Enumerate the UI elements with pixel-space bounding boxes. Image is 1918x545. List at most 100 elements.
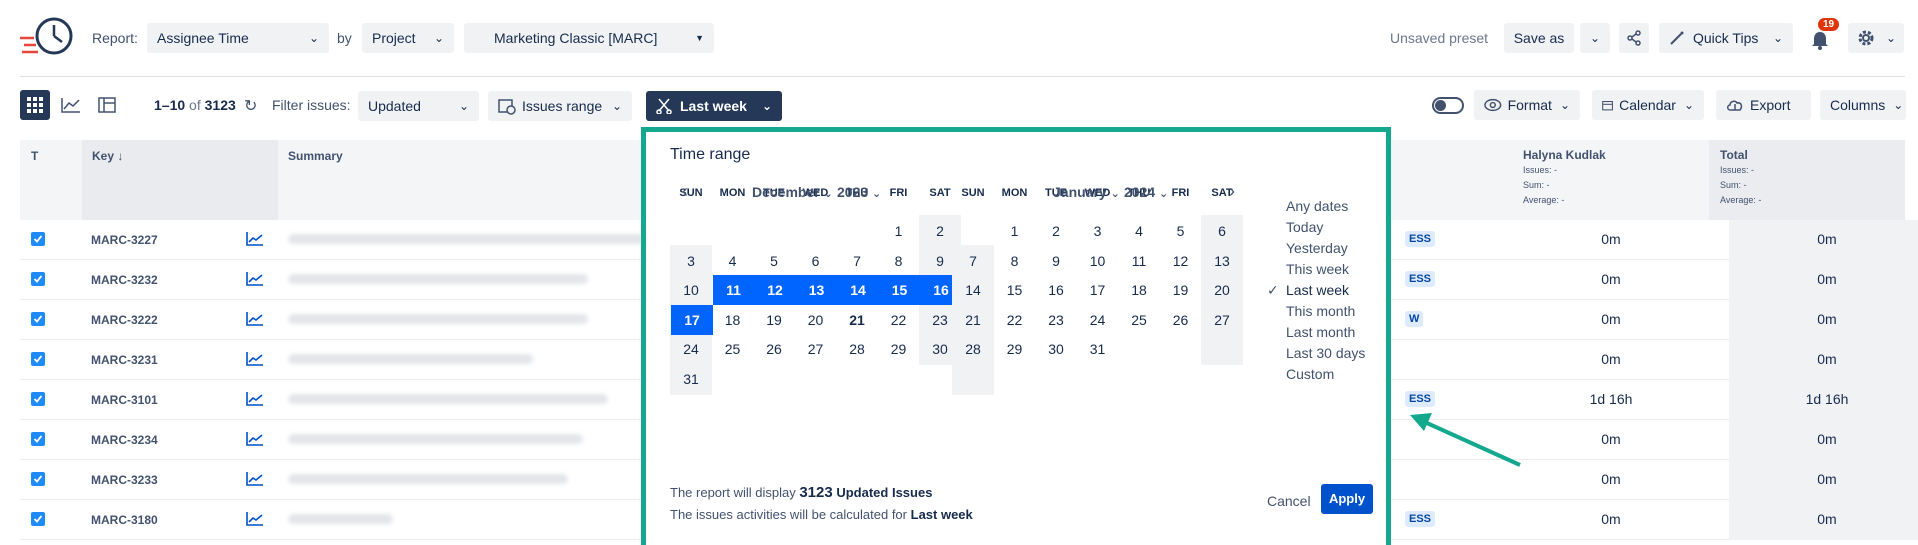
next-month-button[interactable]: › [1229,181,1235,202]
january-calendar-day[interactable]: 5 [1161,216,1201,246]
december-calendar-day[interactable]: 26 [754,334,794,364]
december-calendar-day[interactable]: 12 [754,275,796,305]
december-calendar-day[interactable]: 27 [796,334,836,364]
issue-key[interactable]: MARC-3234 [91,433,158,447]
january-calendar-day[interactable]: 12 [1161,246,1201,276]
january-calendar-day[interactable]: 10 [1078,246,1118,276]
january-calendar-day[interactable]: 29 [995,334,1035,364]
group-by-select[interactable]: Project ⌄ [362,23,454,53]
report-select[interactable]: Assignee Time ⌄ [147,23,329,53]
january-calendar-day[interactable]: 1 [995,216,1035,246]
december-calendar-day[interactable]: 1 [879,216,919,246]
issue-key[interactable]: MARC-3101 [91,393,158,407]
january-calendar-day[interactable]: 6 [1202,216,1242,246]
january-calendar-day[interactable]: 19 [1161,275,1201,305]
issue-key[interactable]: MARC-3232 [91,273,158,287]
trend-chart-icon[interactable] [246,392,264,406]
january-calendar-day[interactable]: 9 [1036,246,1076,276]
december-calendar-day[interactable]: 6 [796,246,836,276]
left-month-select[interactable]: December ⌄ [752,184,833,200]
type-column-header[interactable]: T [31,149,38,163]
trend-chart-icon[interactable] [246,512,264,526]
row-checkbox[interactable] [31,352,45,366]
preset-option[interactable]: This month [1286,303,1355,319]
trend-chart-icon[interactable] [246,432,264,446]
january-calendar-day[interactable]: 11 [1119,246,1159,276]
project-select[interactable]: Marketing Classic [MARC] ▼ [464,23,714,53]
toggle-switch[interactable] [1432,97,1464,114]
december-calendar-day[interactable]: 2 [920,216,960,246]
january-calendar-day[interactable]: 21 [953,305,993,335]
january-calendar-day[interactable]: 23 [1036,305,1076,335]
december-calendar-day[interactable]: 14 [837,275,879,305]
january-calendar-day[interactable]: 31 [1078,334,1118,364]
preset-option[interactable]: Last 30 days [1286,345,1365,361]
december-calendar-day[interactable]: 28 [837,334,877,364]
row-checkbox[interactable] [31,272,45,286]
preset-option[interactable]: Today [1286,219,1323,235]
december-calendar-day[interactable]: 8 [879,246,919,276]
row-checkbox[interactable] [31,432,45,446]
share-button[interactable] [1619,23,1649,53]
december-calendar-day[interactable]: 7 [837,246,877,276]
row-checkbox[interactable] [31,392,45,406]
notifications-button[interactable]: 19 [1808,18,1840,52]
row-checkbox[interactable] [31,312,45,326]
december-calendar-day[interactable]: 5 [754,246,794,276]
left-year-select[interactable]: 2023 ⌄ [837,184,881,200]
december-calendar-day[interactable]: 25 [713,334,753,364]
january-calendar-day[interactable]: 3 [1078,216,1118,246]
january-calendar-day[interactable]: 25 [1119,305,1159,335]
december-calendar-day[interactable]: 18 [713,305,753,335]
january-calendar-day[interactable]: 7 [953,246,993,276]
preset-option[interactable]: This week [1286,261,1349,277]
issue-key[interactable]: MARC-3231 [91,353,158,367]
january-calendar-day[interactable]: 17 [1078,275,1118,305]
filter-issues-select[interactable]: Updated ⌄ [358,91,479,121]
prev-month-button[interactable]: ‹ [682,181,688,202]
settings-button[interactable]: ⌄ [1848,23,1904,53]
december-calendar-day[interactable]: 15 [878,275,921,305]
view-layout-button[interactable] [92,90,122,120]
december-calendar-day[interactable]: 22 [879,305,919,335]
view-chart-button[interactable] [56,90,86,120]
trend-chart-icon[interactable] [246,472,264,486]
issue-key[interactable]: MARC-3180 [91,513,158,527]
cancel-button[interactable]: Cancel [1267,493,1311,509]
january-calendar-day[interactable]: 8 [995,246,1035,276]
issue-key[interactable]: MARC-3222 [91,313,158,327]
calendar-button[interactable]: Calendar ⌄ [1592,90,1704,120]
preset-option[interactable]: Last month [1286,324,1355,340]
december-calendar-day[interactable]: 29 [879,334,919,364]
row-checkbox[interactable] [31,472,45,486]
december-calendar-day[interactable]: 19 [754,305,794,335]
january-calendar-day[interactable]: 22 [995,305,1035,335]
december-calendar-day[interactable]: 17 [671,304,713,335]
columns-button[interactable]: Columns ⌄ [1820,90,1906,120]
save-as-button[interactable]: Save as [1504,23,1574,53]
apply-button[interactable]: Apply [1321,484,1373,514]
january-calendar-day[interactable]: 27 [1202,305,1242,335]
summary-column-header[interactable]: Summary [288,149,343,163]
preset-option[interactable]: Any dates [1286,198,1348,214]
december-calendar-day[interactable]: 21 [837,305,877,335]
december-calendar-day[interactable]: 3 [671,246,711,276]
december-calendar-day[interactable]: 24 [671,334,711,364]
view-grid-button[interactable] [20,90,50,120]
quick-tips-button[interactable]: Quick Tips ⌄ [1659,23,1793,53]
issue-key[interactable]: MARC-3233 [91,473,158,487]
total-column-header[interactable]: Total Issues: - Sum: - Average: - [1720,148,1761,208]
january-calendar-day[interactable]: 2 [1036,216,1076,246]
january-calendar-day[interactable]: 18 [1119,275,1159,305]
assignee-column-header[interactable]: Halyna Kudlak Issues: - Sum: - Average: … [1523,148,1606,208]
january-calendar-day[interactable]: 15 [995,275,1035,305]
right-month-select[interactable]: January ⌄ [1053,184,1120,200]
preset-option[interactable]: Custom [1286,366,1334,382]
row-checkbox[interactable] [31,512,45,526]
trend-chart-icon[interactable] [246,272,264,286]
format-button[interactable]: Format ⌄ [1474,90,1580,120]
row-checkbox[interactable] [31,232,45,246]
january-calendar-day[interactable]: 20 [1202,275,1242,305]
january-calendar-day[interactable]: 4 [1119,216,1159,246]
december-calendar-day[interactable]: 31 [671,364,711,394]
